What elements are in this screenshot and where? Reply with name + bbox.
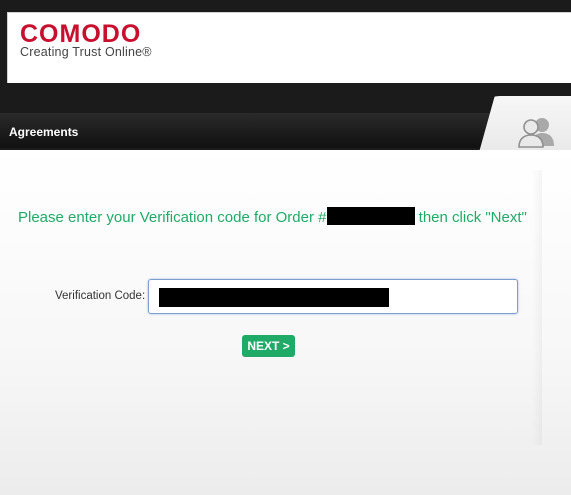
logo-tagline: Creating Trust Online®	[20, 45, 152, 59]
verification-prompt: Please enter your Verification code for …	[18, 202, 538, 234]
next-button[interactable]: NEXT >	[242, 335, 295, 357]
header-banner: COMODO Creating Trust Online®	[7, 12, 571, 83]
verification-code-label: Verification Code:	[55, 290, 146, 302]
redacted-order-number	[326, 207, 415, 225]
redacted-verification-code	[159, 288, 389, 307]
prompt-prefix: Please enter your Verification code for …	[18, 209, 327, 226]
agreements-label: Agreements	[9, 125, 79, 139]
users-icon[interactable]	[517, 116, 555, 148]
verification-code-input[interactable]	[148, 279, 518, 314]
agreements-bar: Agreements	[0, 113, 500, 148]
prompt-suffix: then click "Next"	[414, 209, 527, 226]
